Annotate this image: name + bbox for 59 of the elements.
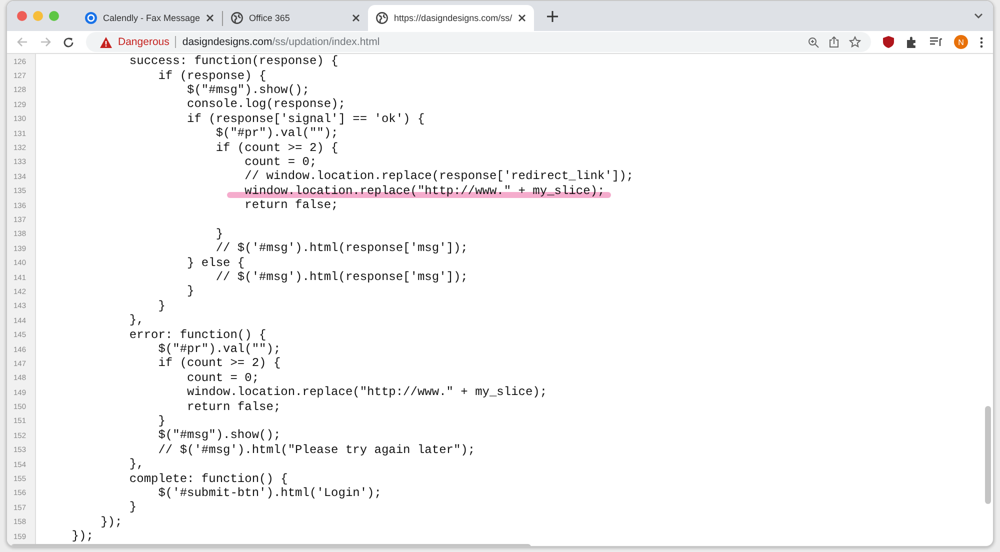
puzzle-icon[interactable] (906, 36, 918, 48)
code-line: } (186, 284, 194, 298)
url-text[interactable]: dasigndesigns.com/ss/updation/index.html (182, 36, 380, 48)
close-tab-icon[interactable] (352, 14, 360, 22)
code-line: if (count >= 2) { (214, 140, 338, 155)
security-warning-label[interactable]: Dangerous (118, 36, 170, 48)
code-line: if (response['signal'] == 'ok') { (186, 112, 425, 126)
chevron-down-icon[interactable] (974, 13, 983, 19)
code-line: }); (100, 514, 122, 529)
code-line: $("#pr").val(""); (157, 342, 281, 356)
code-line: if (response) { (157, 68, 266, 83)
code-line: count = 0; (186, 370, 260, 385)
browser-tab[interactable]: Calendly - Fax Message (77, 5, 222, 31)
code-line: $("#pr").val(""); (214, 126, 338, 140)
code-line: // $('#msg').html(response['msg']); (214, 270, 468, 284)
close-tab-icon[interactable] (206, 14, 214, 22)
share-icon[interactable] (829, 36, 839, 48)
globe-icon (376, 12, 388, 24)
close-window-button[interactable] (17, 11, 27, 21)
more-icon[interactable] (980, 36, 983, 48)
code-line: } (128, 500, 137, 514)
code-line: } (214, 226, 224, 241)
code-line: if (count >= 2) { (157, 356, 281, 370)
code-line: success: function(response) { (128, 54, 338, 68)
tab-title: https://dasigndesigns.com/ss/ (394, 13, 512, 23)
tab-title: Office 365 (249, 13, 291, 23)
browser-tab[interactable]: Office 365 (223, 5, 368, 31)
code-line: count = 0; (244, 154, 317, 169)
code-line: return false; (186, 400, 281, 414)
star-icon[interactable] (849, 36, 861, 48)
code-line: } (157, 298, 166, 313)
code-line: window.location.replace("http://www." + my_slice); (186, 385, 548, 400)
browser-tab[interactable]: https://dasigndesigns.com/ss/ (368, 5, 534, 31)
zoom-icon[interactable] (808, 36, 819, 48)
vertical-scrollbar[interactable] (985, 406, 991, 504)
media-queue-icon[interactable] (930, 37, 942, 47)
code-line: }); (70, 529, 94, 544)
globe-icon (231, 12, 244, 24)
code-line: error: function() { (128, 328, 266, 342)
code-line: // $('#msg').html(response['msg']); (214, 241, 468, 256)
code-line: // window.location.replace(response['redirect_link']); (244, 169, 634, 184)
code-line: window.location.replace("http://www." + my_slice); (244, 184, 605, 198)
code-line: $("#msg").show(); (186, 82, 310, 97)
code-line: }, (128, 457, 144, 472)
code-line: complete: function() { (128, 472, 288, 486)
code-line: } else { (186, 256, 245, 270)
code-line: } (157, 414, 166, 428)
code-line: // $('#msg').html("Please try again later"); (157, 442, 476, 457)
warning-icon (100, 36, 112, 48)
circle-icon (85, 12, 97, 24)
code-line: $("#msg").show(); (157, 428, 281, 442)
reload-icon[interactable] (63, 36, 74, 48)
code-line: return false; (244, 198, 338, 212)
close-tab-icon[interactable] (518, 14, 526, 22)
code-line: console.log(response); (186, 97, 346, 112)
code-line: }, (128, 313, 144, 328)
tab-title: Calendly - Fax Message (103, 13, 200, 23)
shield-icon[interactable] (883, 36, 894, 48)
code-line: $('#submit-btn').html('Login'); (157, 486, 382, 500)
